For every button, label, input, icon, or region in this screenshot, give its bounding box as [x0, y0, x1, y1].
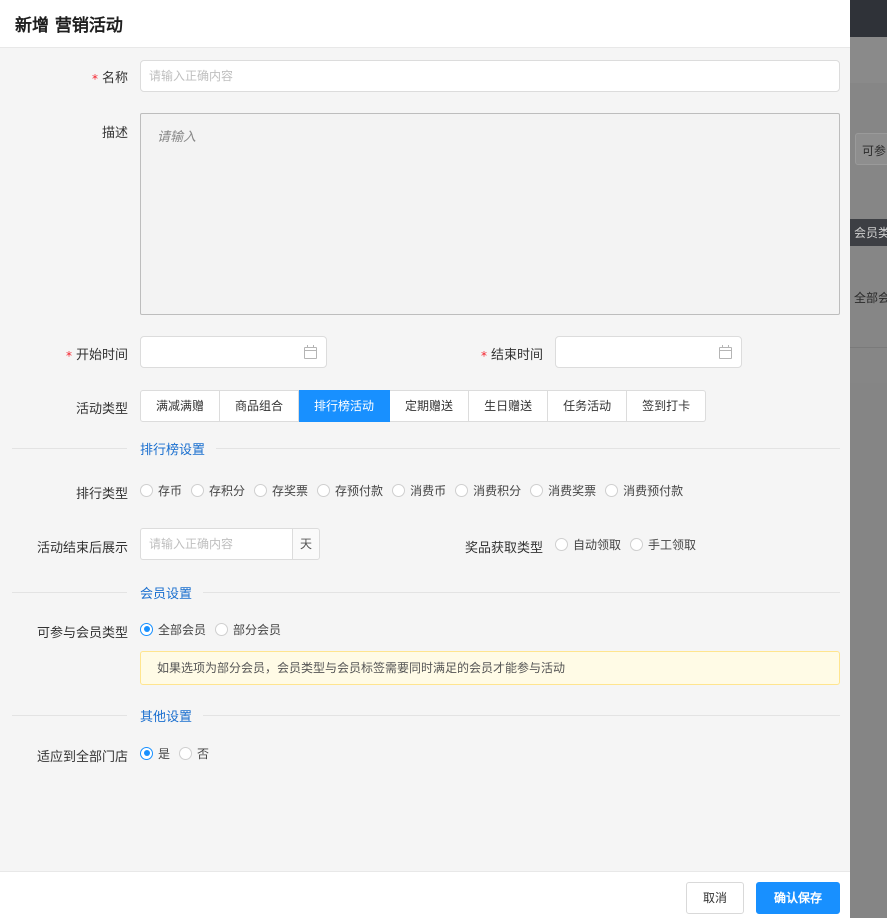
create-campaign-drawer: 新增 营销活动 *名称 描述 *开始时间 *结束时间 活动类型 满减满赠 商品组…: [0, 0, 850, 918]
other-section-divider: 其他设置: [12, 705, 840, 725]
required-mark: *: [91, 72, 98, 86]
backdrop-divider: [850, 347, 887, 348]
radio-circle-icon: [215, 622, 229, 636]
rank-type-option[interactable]: 存奖票: [254, 482, 308, 499]
tab-birthday-gift[interactable]: 生日赠送: [469, 390, 549, 422]
name-input[interactable]: [140, 60, 840, 92]
all-stores-radio-group: 是 否: [140, 743, 218, 763]
radio-checked-icon: [140, 746, 153, 760]
ranking-section-title: 排行榜设置: [140, 443, 206, 458]
days-unit-addon: 天: [292, 528, 320, 560]
radio-circle-icon: [555, 537, 568, 551]
rank-type-option[interactable]: 存预付款: [317, 482, 383, 499]
backdrop-topbar: [850, 0, 887, 37]
all-stores-option-no[interactable]: 否: [179, 745, 209, 762]
all-stores-label: 适应到全部门店: [36, 750, 128, 765]
backdrop-text: 会员类: [854, 226, 887, 240]
activity-type-tabs: 满减满赠 商品组合 排行榜活动 定期赠送 生日赠送 任务活动 签到打卡: [140, 390, 707, 422]
rank-type-option[interactable]: 消费预付款: [605, 482, 683, 499]
radio-circle-icon: [179, 746, 193, 760]
prize-type-label: 奖品获取类型: [464, 541, 543, 556]
member-section-divider: 会员设置: [12, 582, 840, 602]
cancel-button[interactable]: 取消: [686, 882, 744, 914]
radio-circle-icon: [455, 483, 469, 497]
member-type-radio-group: 全部会员 部分会员: [140, 619, 290, 639]
backdrop-overlay[interactable]: 可参 会员类 全部会: [850, 0, 887, 918]
tab-leaderboard[interactable]: 排行榜活动: [299, 390, 391, 422]
start-time-label: * 开始时间: [65, 348, 128, 363]
rank-type-option[interactable]: 存币: [140, 482, 182, 499]
tab-scheduled-gift[interactable]: 定期赠送: [390, 390, 470, 422]
radio-circle-icon: [191, 483, 205, 497]
description-label: 描述: [101, 126, 128, 141]
rank-type-label: 排行类型: [75, 487, 128, 502]
radio-circle-icon: [530, 483, 544, 497]
member-type-label: 可参与会员类型: [36, 626, 128, 641]
drawer-header: 新增 营销活动: [0, 0, 850, 48]
confirm-save-button[interactable]: 确认保存: [756, 882, 840, 914]
radio-circle-icon: [630, 537, 644, 551]
rank-type-option[interactable]: 消费奖票: [530, 482, 596, 499]
tab-check-in[interactable]: 签到打卡: [627, 390, 707, 422]
required-mark: *: [480, 349, 487, 363]
member-section-title: 会员设置: [140, 587, 193, 602]
backdrop-text: 可参: [862, 144, 887, 158]
rank-type-option[interactable]: 消费积分: [455, 482, 521, 499]
radio-circle-icon: [140, 483, 153, 497]
end-time-picker[interactable]: [555, 336, 742, 368]
ranking-section-divider: 排行榜设置: [12, 438, 840, 458]
name-label: * 名称: [91, 71, 128, 86]
radio-circle-icon: [392, 483, 406, 497]
rank-type-radio-group: 存币 存积分 存奖票 存预付款 消费币 消费积分 消费奖票 消费预付款: [140, 480, 692, 500]
calendar-icon: [304, 345, 317, 359]
backdrop-text: 全部会: [854, 291, 887, 305]
member-type-option-all[interactable]: 全部会员: [140, 621, 206, 638]
end-time-label: * 结束时间: [480, 348, 543, 363]
radio-circle-icon: [605, 483, 619, 497]
prize-type-option-auto[interactable]: 自动领取: [555, 536, 621, 553]
tab-full-reduction[interactable]: 满减满赠: [140, 390, 221, 422]
calendar-icon: [719, 345, 732, 359]
description-textarea[interactable]: [140, 113, 840, 315]
member-notice-alert: 如果选项为部分会员，会员类型与会员标签需要同时满足的会员才能参与活动: [140, 651, 840, 685]
prize-type-option-manual[interactable]: 手工领取: [630, 536, 696, 553]
tab-product-bundle[interactable]: 商品组合: [220, 390, 300, 422]
start-time-picker[interactable]: [140, 336, 327, 368]
radio-circle-icon: [254, 483, 268, 497]
drawer-title: 新增 营销活动: [15, 16, 123, 36]
member-type-option-partial[interactable]: 部分会员: [215, 621, 281, 638]
radio-circle-icon: [317, 483, 331, 497]
rank-type-option[interactable]: 存积分: [191, 482, 245, 499]
drawer-footer: 取消 确认保存: [0, 871, 850, 918]
other-section-title: 其他设置: [140, 710, 193, 725]
activity-type-label: 活动类型: [75, 402, 128, 417]
radio-checked-icon: [140, 622, 153, 636]
required-mark: *: [65, 349, 72, 363]
post-display-label: 活动结束后展示: [36, 541, 128, 556]
tab-task-activity[interactable]: 任务活动: [548, 390, 628, 422]
prize-type-radio-group: 自动领取 手工领取: [555, 534, 705, 554]
rank-type-option[interactable]: 消费币: [392, 482, 446, 499]
post-display-days-input[interactable]: [140, 528, 292, 560]
backdrop-strip: [850, 37, 887, 83]
post-display-input-group: 天: [140, 528, 320, 560]
all-stores-option-yes[interactable]: 是: [140, 745, 170, 762]
